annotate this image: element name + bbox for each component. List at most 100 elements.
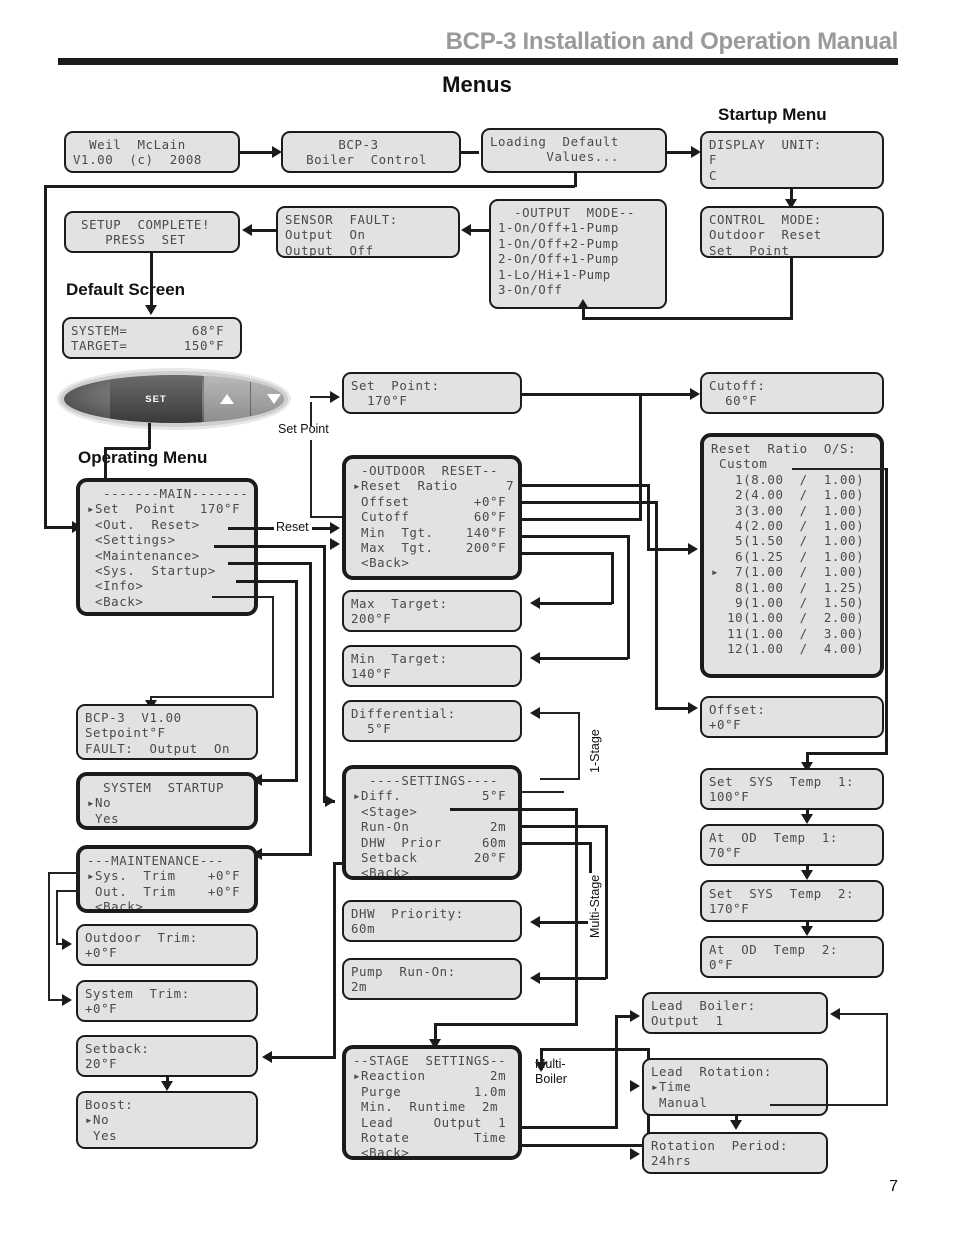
arrow-down-icon bbox=[801, 926, 813, 936]
connector-setup-to-default bbox=[150, 253, 153, 305]
arrow-left-icon bbox=[530, 652, 540, 664]
triangle-up-icon bbox=[220, 394, 234, 404]
page-number: 7 bbox=[889, 1178, 898, 1195]
arrow-down-icon bbox=[801, 814, 813, 824]
arrow-right-icon bbox=[688, 543, 698, 555]
arrow-right-icon bbox=[630, 1148, 640, 1160]
arrow-down-icon bbox=[730, 1120, 742, 1130]
connector-label-multi-stage: Multi-Stage bbox=[588, 872, 602, 940]
connector-setpoint-v-top bbox=[310, 402, 312, 426]
connector-label-reset: Reset bbox=[274, 520, 311, 534]
connector-boiler-to-loading bbox=[461, 151, 479, 154]
connector-maint-in bbox=[262, 853, 310, 856]
startup-menu-label: Startup Menu bbox=[718, 105, 827, 124]
connector-startup-v bbox=[295, 580, 298, 782]
lcd-loading: Loading Default Values... bbox=[481, 128, 667, 173]
lcd-lead-rotation: Lead Rotation: ▸Time Manual bbox=[642, 1058, 828, 1116]
connector-info-h bbox=[212, 596, 274, 598]
lcd-maintenance: ---MAINTENANCE--- ▸Sys. Trim +0°F Out. T… bbox=[76, 845, 258, 913]
connector-custom-h bbox=[792, 468, 888, 470]
connector-stage-h2 bbox=[434, 1023, 576, 1026]
arrow-left-icon bbox=[530, 916, 540, 928]
lcd-at-od-temp-2: At OD Temp 2: 0°F bbox=[700, 936, 884, 978]
connector-maxtgt-v bbox=[611, 552, 614, 604]
lcd-dhw-priority: DHW Priority: 60m bbox=[342, 900, 522, 942]
lcd-boost: Boost: ▸No Yes bbox=[76, 1091, 258, 1149]
lcd-outdoor-reset: -OUTDOOR RESET-- ▸Reset Ratio 7 Offset +… bbox=[342, 455, 522, 580]
connector-ratio-v bbox=[647, 484, 650, 550]
lcd-pump-run-on: Pump Run-On: 2m bbox=[342, 958, 522, 1000]
connector-ratio-h bbox=[522, 484, 650, 487]
connector-offset-in bbox=[655, 707, 691, 710]
lcd-set-sys-temp-1: Set SYS Temp 1: 100°F bbox=[700, 768, 884, 810]
connector-loading-bypass-h bbox=[44, 185, 575, 188]
lcd-set-sys-temp-2: Set SYS Temp 2: 170°F bbox=[700, 880, 884, 922]
connector-lead-v bbox=[615, 1015, 618, 1129]
arrow-right-icon bbox=[630, 1010, 640, 1022]
lcd-min-target: Min Target: 140°F bbox=[342, 645, 522, 687]
connector-outtrim-v bbox=[56, 890, 58, 944]
connector-diff-h bbox=[522, 791, 564, 793]
connector-control-down bbox=[790, 258, 793, 320]
connector-maint-h bbox=[228, 562, 312, 565]
down-button[interactable] bbox=[251, 375, 284, 423]
connector-dhw-in bbox=[540, 921, 590, 924]
connector-rotate-h2 bbox=[540, 1048, 650, 1051]
connector-runon-in bbox=[540, 977, 606, 980]
connector-startup-in bbox=[262, 779, 298, 782]
lcd-boiler-control: BCP-3 Boiler Control bbox=[281, 131, 461, 173]
connector-offset-rail-h bbox=[806, 752, 888, 755]
lcd-info: BCP-3 V1.00 Setpoint°F FAULT: Output On bbox=[76, 704, 258, 760]
lcd-cutoff: Cutoff: 60°F bbox=[700, 372, 884, 414]
connector-ratio-in bbox=[647, 548, 691, 551]
arrow-down-icon bbox=[535, 1062, 547, 1072]
lcd-set-point: Set Point: 170°F bbox=[342, 372, 522, 414]
connector-label-set-point: Set Point bbox=[276, 422, 331, 436]
arrow-left-icon bbox=[262, 1051, 272, 1063]
manual-page: BCP-3 Installation and Operation Manual … bbox=[0, 0, 954, 1235]
lcd-setback: Setback: 20°F bbox=[76, 1035, 258, 1077]
arrow-down-icon bbox=[145, 305, 157, 315]
connector-left-rail-h bbox=[44, 526, 72, 529]
connector-maint-v bbox=[309, 562, 312, 856]
lcd-default-screen: SYSTEM= 68°F TARGET= 150°F bbox=[62, 317, 242, 359]
arrow-left-icon bbox=[242, 224, 252, 236]
arrow-right-icon bbox=[325, 795, 335, 807]
connector-left-rail-v bbox=[44, 185, 47, 529]
lcd-sensor-fault: SENSOR FAULT: Output On Output Off bbox=[276, 206, 460, 258]
arrow-right-icon bbox=[630, 1080, 640, 1092]
lcd-setup-complete: SETUP COMPLETE! PRESS SET bbox=[64, 211, 240, 253]
arrow-right-icon bbox=[330, 522, 340, 534]
connector-setback-v bbox=[333, 862, 336, 1058]
connector-info-h2 bbox=[150, 696, 274, 698]
connector-loading-to-display-unit bbox=[667, 151, 691, 154]
keypad[interactable]: SET bbox=[64, 375, 284, 423]
lcd-output-mode: -OUTPUT MODE-- 1-On/Off+1-Pump 1-On/Off+… bbox=[489, 199, 667, 309]
lcd-at-od-temp-1: At OD Temp 1: 70°F bbox=[700, 824, 884, 866]
connector-stage-v bbox=[575, 808, 578, 1026]
triangle-down-icon bbox=[267, 394, 281, 404]
header-rule bbox=[58, 58, 898, 65]
connector-keypad-down bbox=[148, 423, 151, 449]
connector-mintgt-h bbox=[522, 535, 630, 538]
connector-control-up bbox=[582, 309, 585, 319]
connector-maxtgt-h bbox=[522, 552, 614, 555]
up-button[interactable] bbox=[204, 375, 250, 423]
connector-setpoint-v-bot bbox=[310, 440, 312, 518]
connector-systrim-h bbox=[48, 872, 80, 874]
arrow-down-icon bbox=[161, 1081, 173, 1091]
connector-info-v bbox=[272, 596, 274, 698]
lcd-lead-boiler: Lead Boiler: Output 1 bbox=[642, 992, 828, 1034]
connector-manual-back bbox=[840, 1013, 888, 1015]
set-button[interactable]: SET bbox=[110, 375, 202, 423]
connector-keypad-left bbox=[104, 447, 150, 450]
connector-cutoff-v bbox=[639, 393, 642, 521]
lcd-differential: Differential: 5°F bbox=[342, 700, 522, 742]
connector-setpoint-to-cutoff bbox=[522, 393, 690, 396]
connector-manual-v bbox=[886, 1013, 888, 1106]
connector-rotate-h bbox=[522, 1144, 650, 1147]
connector-1stage-h-bot bbox=[540, 778, 580, 780]
connector-setpoint-in bbox=[310, 396, 332, 398]
connector-splash-to-boiler bbox=[240, 151, 272, 154]
connector-custom-rail-v bbox=[885, 468, 888, 754]
